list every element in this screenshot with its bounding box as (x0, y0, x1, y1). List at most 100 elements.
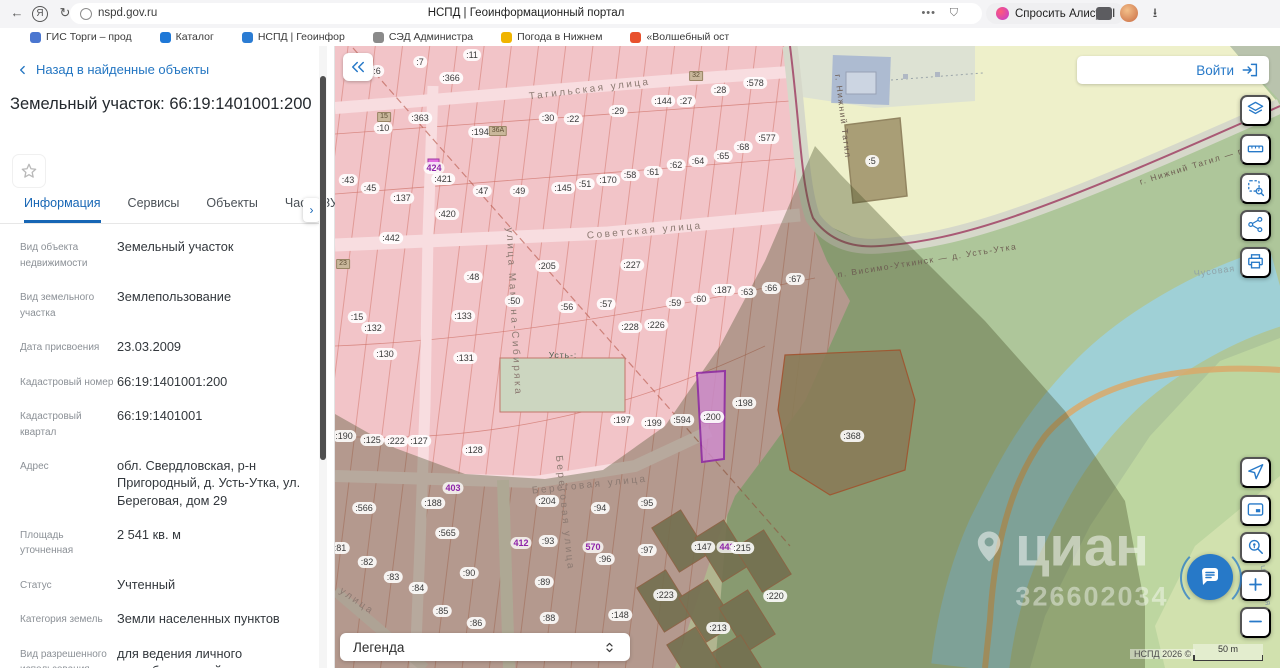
parcel-label[interactable]: :198 (732, 397, 756, 409)
parcel-label[interactable]: :15 (348, 311, 367, 323)
bookmark-item[interactable]: НСПД | Геоинфор (242, 31, 345, 43)
parcel-label[interactable]: :363 (408, 112, 432, 124)
parcel-label[interactable]: :65 (714, 150, 733, 162)
parcel-label[interactable]: :30 (539, 112, 558, 124)
download-icon[interactable]: ⭳ (1146, 4, 1164, 22)
bookmark-item[interactable]: ГИС Торги – прод (30, 31, 132, 43)
bookmark-item[interactable]: Погода в Нижнем (501, 31, 602, 43)
parcel-label[interactable]: :566 (352, 502, 376, 514)
parcel-label[interactable]: :89 (535, 576, 554, 588)
parcel-label[interactable]: :442 (379, 232, 403, 244)
panel-scrollbar-thumb[interactable] (320, 76, 326, 460)
parcel-label[interactable]: :421 (431, 173, 455, 185)
parcel-label[interactable]: :64 (689, 155, 708, 167)
parcel-label[interactable]: 570 (582, 541, 603, 553)
ruler-button[interactable] (1240, 134, 1271, 165)
parcel-label[interactable]: :82 (358, 556, 377, 568)
parcel-label[interactable]: :145 (551, 182, 575, 194)
parcel-label[interactable]: :68 (734, 141, 753, 153)
parcel-label[interactable]: :59 (666, 297, 685, 309)
parcel-label[interactable]: :51 (576, 178, 595, 190)
parcel-label[interactable]: :45 (361, 182, 380, 194)
print-button[interactable] (1240, 247, 1271, 278)
parcel-label[interactable]: :205 (535, 260, 559, 272)
layers-button[interactable] (1240, 95, 1271, 126)
parcel-label[interactable]: :62 (667, 159, 686, 171)
parcel-label[interactable]: :81 (335, 542, 349, 554)
parcel-label[interactable]: :47 (473, 185, 492, 197)
parcel-label[interactable]: :213 (706, 622, 730, 634)
parcel-label[interactable]: :95 (638, 497, 657, 509)
parcel-label[interactable]: :366 (439, 72, 463, 84)
parcel-label[interactable]: :420 (435, 208, 459, 220)
support-chat-button[interactable] (1187, 554, 1233, 600)
map-canvas[interactable]: Тагильская улицаСоветская улицаулица Мам… (335, 46, 1280, 668)
parcel-label[interactable]: :10 (374, 122, 393, 134)
locate-button[interactable] (1240, 457, 1271, 488)
parcel-label[interactable]: :11 (463, 49, 481, 61)
parcel-label[interactable]: :96 (596, 553, 615, 565)
back-link[interactable]: Назад в найденные объекты (16, 62, 209, 77)
parcel-label[interactable]: :27 (677, 95, 696, 107)
area-select-button[interactable] (1240, 173, 1271, 204)
parcel-label[interactable]: :222 (384, 435, 408, 447)
parcel-label[interactable]: :204 (535, 495, 559, 507)
parcel-label[interactable]: :66 (762, 282, 781, 294)
parcel-label[interactable]: :223 (653, 589, 677, 601)
parcel-label[interactable]: :85 (433, 605, 452, 617)
parcel-label[interactable]: :187 (711, 284, 735, 296)
parcel-label[interactable]: :577 (755, 132, 779, 144)
login-button[interactable]: Войти (1077, 56, 1269, 84)
legend-bar[interactable]: Легенда (340, 633, 630, 661)
parcel-label[interactable]: :137 (390, 192, 414, 204)
parcel-label[interactable]: 15 (377, 112, 391, 122)
parcel-label[interactable]: :578 (743, 77, 767, 89)
parcel-label[interactable]: :28 (711, 84, 730, 96)
back-nav-icon[interactable]: ← (8, 4, 26, 22)
parcel-label[interactable]: :190 (335, 430, 356, 442)
parcel-label[interactable]: :565 (435, 527, 459, 539)
bookmark-icon[interactable]: ⛉ (950, 7, 958, 20)
parcel-label[interactable]: :60 (691, 293, 710, 305)
parcel-label[interactable]: :84 (409, 582, 428, 594)
parcel-label[interactable]: :128 (462, 444, 486, 456)
tab[interactable]: Сервисы (128, 196, 180, 223)
url-bar[interactable]: nspd.gov.ru НСПД | Геоинформационный пор… (70, 3, 982, 24)
bookmark-item[interactable]: «Волшебный ост (630, 31, 729, 43)
parcel-label[interactable]: :132 (361, 322, 385, 334)
parcel-label[interactable]: :50 (505, 295, 524, 307)
favorite-button[interactable] (12, 154, 46, 188)
parcel-label[interactable]: :58 (621, 169, 640, 181)
share-button[interactable] (1240, 210, 1271, 241)
mini-map-button[interactable] (1240, 495, 1271, 526)
parcel-label[interactable]: :368 (840, 430, 864, 442)
parcel-label[interactable]: 23 (336, 259, 350, 269)
parcel-label[interactable]: 36А (489, 126, 507, 136)
parcel-label[interactable]: :227 (620, 259, 644, 271)
parcel-label[interactable]: 412 (510, 537, 531, 549)
extension-icon[interactable] (1096, 7, 1112, 20)
avatar[interactable] (1120, 4, 1138, 22)
parcel-label[interactable]: :594 (670, 414, 694, 426)
zoom-in-button[interactable] (1240, 570, 1271, 601)
tab[interactable]: Объекты (206, 196, 258, 223)
parcel-label[interactable]: :48 (464, 271, 483, 283)
tabs-scroll-button[interactable]: › (303, 198, 320, 222)
parcel-label[interactable]: 403 (442, 482, 463, 494)
parcel-label[interactable]: :199 (641, 417, 665, 429)
parcel-label[interactable]: :61 (644, 166, 663, 178)
parcel-label[interactable]: :86 (467, 617, 486, 629)
parcel-label[interactable]: :147 (691, 541, 715, 553)
parcel-label[interactable]: :94 (591, 502, 610, 514)
parcel-label[interactable]: :57 (597, 298, 616, 310)
parcel-label[interactable]: :127 (407, 435, 431, 447)
collapse-panel-button[interactable] (343, 53, 373, 81)
tab[interactable]: Информация (24, 196, 101, 223)
parcel-label[interactable]: :200 (700, 411, 724, 423)
parcel-label[interactable]: :22 (564, 113, 583, 125)
parcel-label[interactable]: :144 (651, 95, 675, 107)
parcel-label[interactable]: :130 (373, 348, 397, 360)
parcel-label[interactable]: :170 (596, 174, 620, 186)
parcel-label[interactable]: :131 (453, 352, 477, 364)
parcel-label[interactable]: :83 (384, 571, 403, 583)
